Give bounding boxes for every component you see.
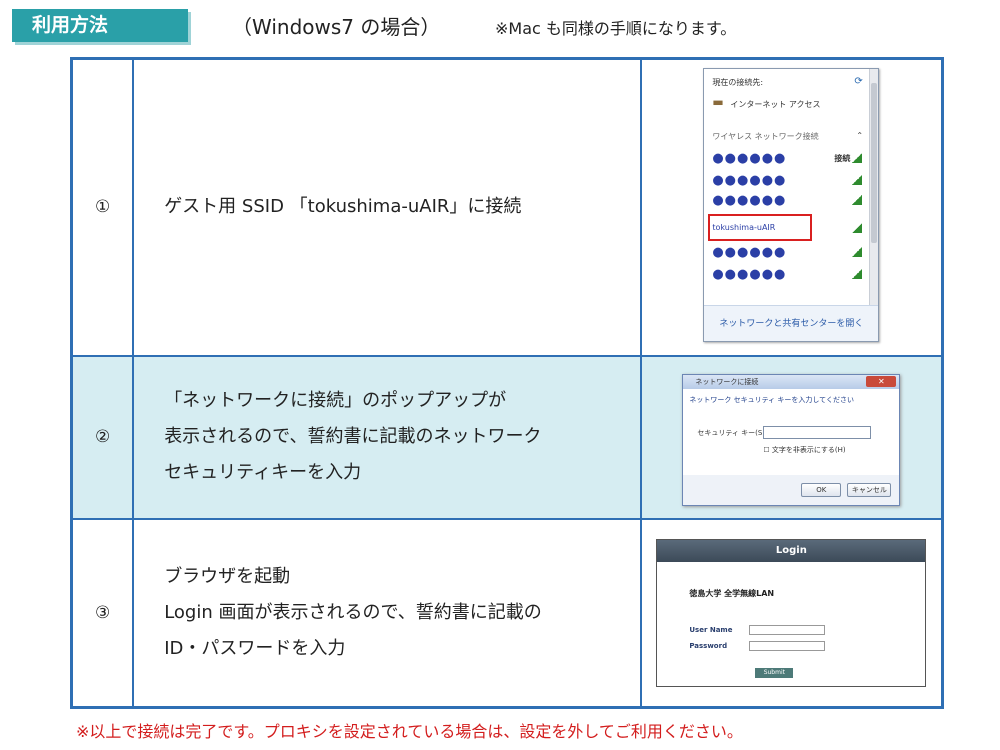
login-heading: 徳島大学 全学無線LAN <box>689 589 775 599</box>
steps-table: ① ゲスト用 SSID 「tokushima-uAIR」に接続 現在の接続先: … <box>70 57 944 709</box>
network-item[interactable]: ●●●●●● <box>712 267 786 282</box>
signal-icon <box>852 195 863 206</box>
step-number: ① <box>70 57 135 357</box>
step-screenshot: 現在の接続先: ⟳ ▬ インターネット アクセス ワイヤレス ネットワーク接続 … <box>639 57 944 357</box>
step-screenshot: Login 徳島大学 全学無線LAN User Name Password Su… <box>639 517 944 709</box>
signal-icon <box>852 247 863 258</box>
login-page: Login 徳島大学 全学無線LAN User Name Password Su… <box>656 539 927 688</box>
network-item[interactable]: ●●●●●● <box>712 173 786 188</box>
ok-button[interactable]: OK <box>801 482 842 497</box>
mac-note: ※Mac も同様の手順になります。 <box>495 19 737 38</box>
current-connection-label: 現在の接続先: <box>712 78 764 88</box>
network-item[interactable]: ●●●●●● <box>712 193 786 208</box>
collapse-icon[interactable]: ⌃ <box>856 131 863 140</box>
step-description: 「ネットワークに接続」のポップアップが 表示されるので、誓約書に記載のネットワー… <box>132 354 642 520</box>
scrollbar[interactable] <box>869 69 879 308</box>
submit-button[interactable]: Submit <box>755 668 794 679</box>
step-line: Login 画面が表示されるので、誓約書に記載の <box>164 601 542 623</box>
signal-icon <box>852 153 863 164</box>
connected-label: 接続 <box>834 154 851 164</box>
security-key-dialog: ネットワークに接続 ✕ ネットワーク セキュリティ キーを入力してください セキ… <box>682 373 901 506</box>
step-description: ゲスト用 SSID 「tokushima-uAIR」に接続 <box>132 57 642 357</box>
bench-icon: ▬ <box>712 95 724 110</box>
step-row-1: ① ゲスト用 SSID 「tokushima-uAIR」に接続 現在の接続先: … <box>70 57 944 357</box>
network-list-window: 現在の接続先: ⟳ ▬ インターネット アクセス ワイヤレス ネットワーク接続 … <box>703 68 880 343</box>
key-label: セキュリティ キー(S): <box>697 428 768 437</box>
dialog-prompt: ネットワーク セキュリティ キーを入力してください <box>689 395 854 404</box>
step-line: セキュリティキーを入力 <box>164 462 362 484</box>
network-item[interactable]: ●●●●●● <box>712 151 786 166</box>
os-subtitle: （Windows7 の場合） <box>232 15 441 39</box>
security-key-input[interactable] <box>763 425 872 439</box>
refresh-icon[interactable]: ⟳ <box>854 76 862 87</box>
login-title: Login <box>657 540 926 563</box>
step-line: 表示されるので、誓約書に記載のネットワーク <box>164 426 542 448</box>
step-line: ID・パスワードを入力 <box>164 637 346 659</box>
step-screenshot: ネットワークに接続 ✕ ネットワーク セキュリティ キーを入力してください セキ… <box>639 354 944 520</box>
signal-icon <box>852 223 863 234</box>
dialog-body: ネットワーク セキュリティ キーを入力してください セキュリティ キー(S): … <box>683 388 900 475</box>
ssid-network-item[interactable]: tokushima-uAIR <box>712 223 775 232</box>
network-item[interactable]: ●●●●●● <box>712 245 786 260</box>
username-input[interactable] <box>749 625 826 636</box>
wireless-section-label: ワイヤレス ネットワーク接続 <box>712 132 819 142</box>
network-center-link[interactable]: ネットワークと共有センターを開く <box>704 305 879 342</box>
step-row-2: ② 「ネットワークに接続」のポップアップが 表示されるので、誓約書に記載のネット… <box>70 354 944 520</box>
signal-icon <box>852 269 863 280</box>
signal-icon <box>852 175 863 186</box>
step-description: ブラウザを起動 Login 画面が表示されるので、誓約書に記載の ID・パスワー… <box>132 517 642 709</box>
hide-chars-label: 文字を非表示にする(H) <box>771 445 846 454</box>
internet-access-label: インターネット アクセス <box>730 100 821 110</box>
step-number: ② <box>70 354 135 520</box>
step-row-3: ③ ブラウザを起動 Login 画面が表示されるので、誓約書に記載の ID・パス… <box>70 517 944 709</box>
step-number: ③ <box>70 517 135 709</box>
hide-chars-checkbox[interactable]: ☐ 文字を非表示にする(H) <box>763 445 845 455</box>
step-line: ブラウザを起動 <box>164 565 291 587</box>
step-line: ゲスト用 SSID 「tokushima-uAIR」に接続 <box>164 196 522 218</box>
close-icon[interactable]: ✕ <box>866 375 897 387</box>
step-line: 「ネットワークに接続」のポップアップが <box>164 390 507 412</box>
cancel-button[interactable]: キャンセル <box>847 482 892 497</box>
completion-note: ※以上で接続は完了です。プロキシを設定されている場合は、設定を外してご利用くださ… <box>76 722 743 741</box>
password-input[interactable] <box>749 641 826 652</box>
password-label: Password <box>689 642 728 651</box>
section-tag: 利用方法 <box>12 9 188 42</box>
username-label: User Name <box>689 626 733 635</box>
